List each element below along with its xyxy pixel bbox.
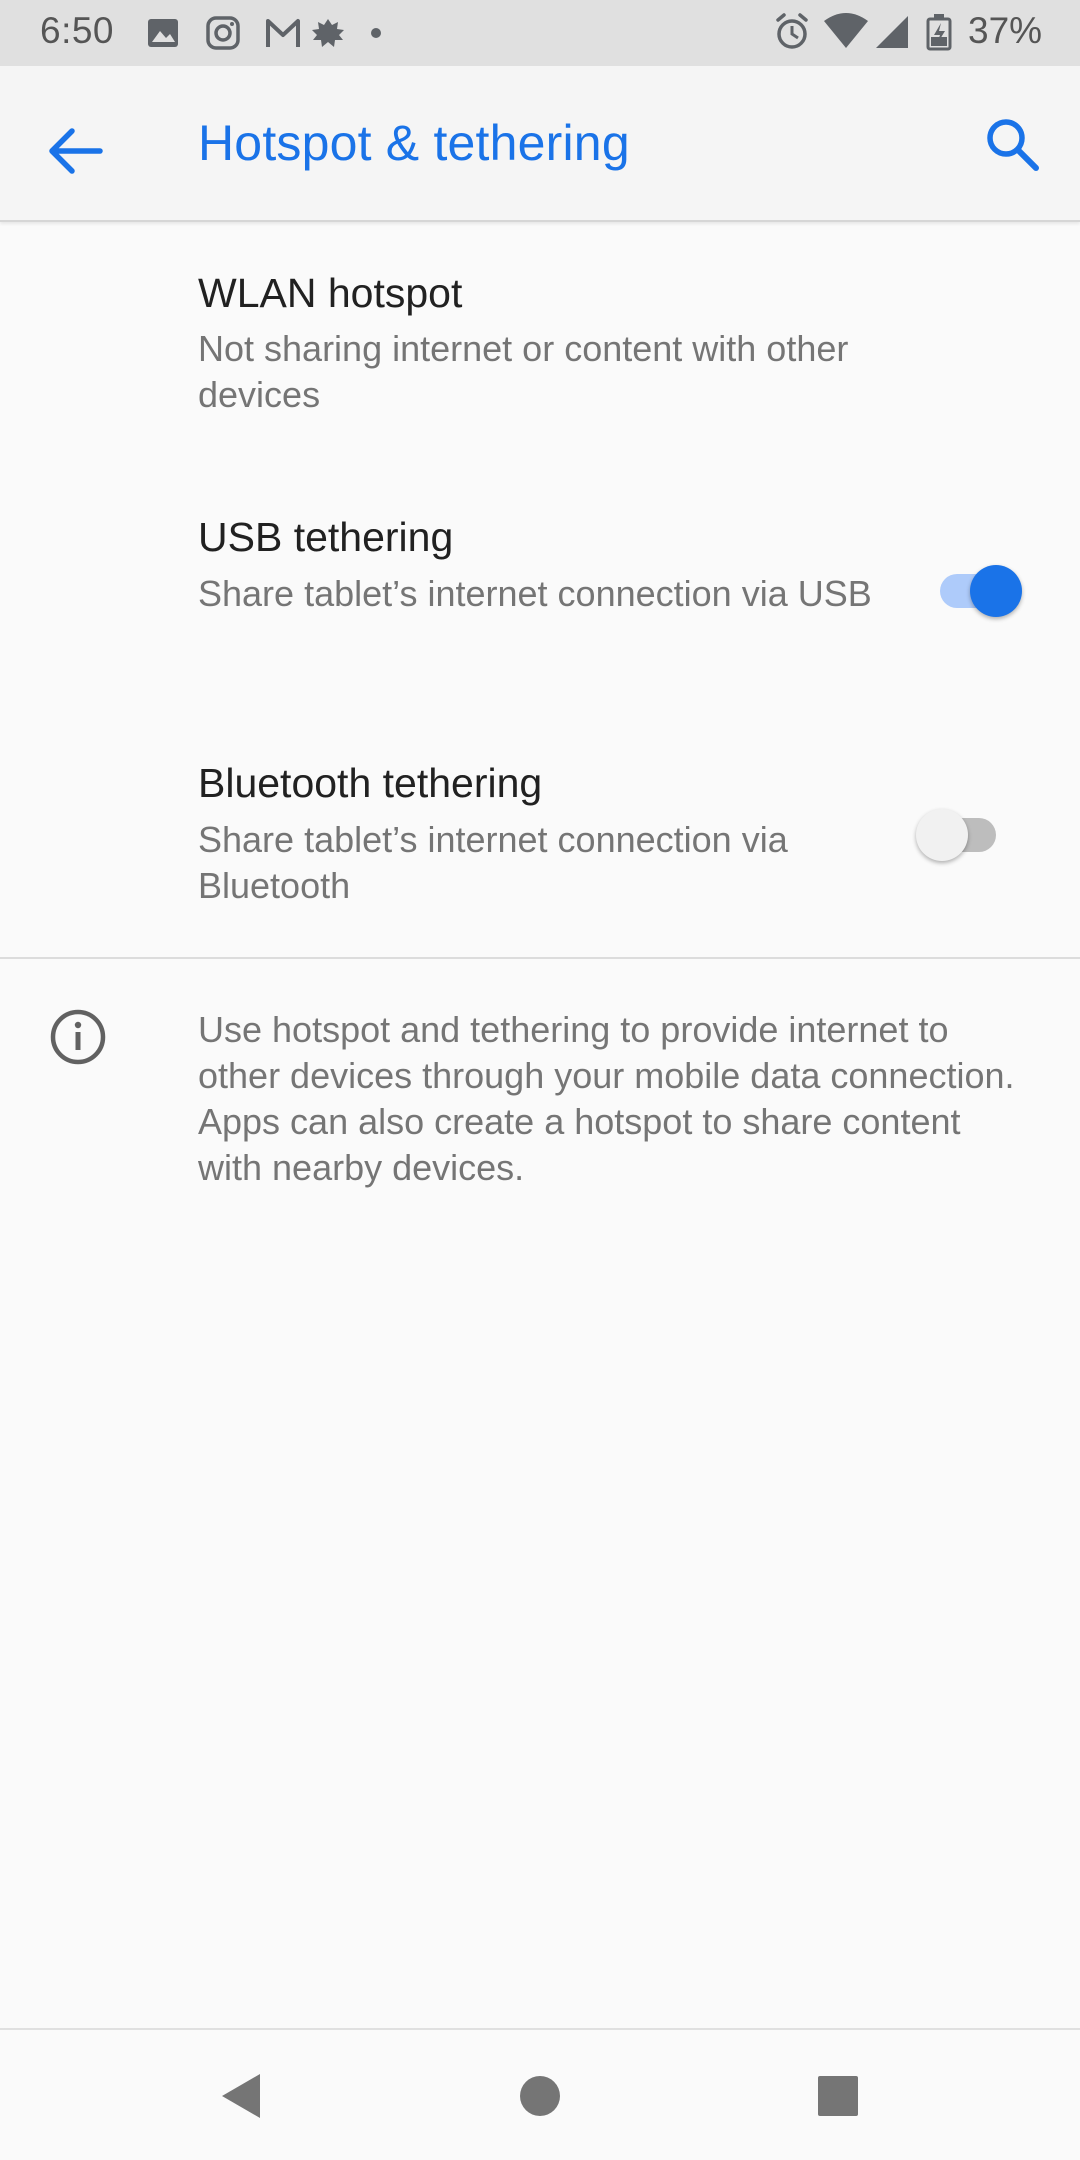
nav-home-button[interactable] [508, 2064, 572, 2128]
search-icon [987, 119, 1039, 171]
pref-summary: Share tablet’s internet connection via U… [198, 573, 872, 614]
status-notification-icons [148, 16, 381, 50]
back-triangle-icon [222, 2074, 260, 2118]
wifi-icon [824, 13, 868, 48]
nav-back-button[interactable] [208, 2064, 272, 2128]
pref-title: Bluetooth tethering [198, 760, 543, 806]
back-button[interactable] [38, 110, 118, 190]
section-divider [0, 957, 1080, 959]
info-footer-text: Use hotspot and tethering to provide int… [198, 1009, 1015, 1188]
dot-icon [371, 28, 381, 38]
home-circle-icon [520, 2076, 560, 2116]
battery-icon [926, 14, 952, 51]
usb-tethering-toggle[interactable] [934, 554, 1024, 624]
nav-recents-button[interactable] [806, 2064, 870, 2128]
page-title: Hotspot & tethering [198, 115, 630, 171]
pref-wlan-hotspot[interactable]: WLAN hotspot Not sharing internet or con… [0, 222, 1080, 462]
toggle-thumb [970, 565, 1022, 617]
pref-usb-tethering[interactable]: USB tethering Share tablet’s internet co… [0, 468, 1080, 708]
pref-summary: Share tablet’s internet connection via B… [198, 819, 788, 906]
image-icon [148, 19, 178, 47]
recents-square-icon [818, 2076, 858, 2116]
screen: 6:50 37% Hotspot & tethering WLAN hotspo… [0, 0, 1080, 2160]
pref-title: USB tethering [198, 514, 454, 560]
status-bar: 6:50 37% [0, 0, 1080, 66]
pref-title: WLAN hotspot [198, 270, 463, 316]
pref-summary: Not sharing internet or content with oth… [198, 328, 849, 415]
battery-percentage: 37% [968, 10, 1043, 51]
arrow-back-icon [49, 128, 103, 174]
navigation-bar [0, 2028, 1080, 2160]
pref-bluetooth-tethering[interactable]: Bluetooth tethering Share tablet’s inter… [0, 714, 1080, 954]
app-toolbar: Hotspot & tethering [0, 66, 1080, 222]
status-time: 6:50 [40, 10, 115, 51]
info-icon [50, 1009, 106, 1065]
alarm-icon [776, 13, 808, 49]
signal-icon [876, 16, 908, 48]
leaf-icon [312, 19, 344, 47]
search-button[interactable] [978, 110, 1048, 180]
bluetooth-tethering-toggle[interactable] [916, 798, 1010, 868]
instagram-icon [206, 16, 240, 50]
gmail-icon [266, 19, 300, 47]
status-system-icons [776, 13, 952, 51]
toggle-thumb [916, 809, 968, 861]
